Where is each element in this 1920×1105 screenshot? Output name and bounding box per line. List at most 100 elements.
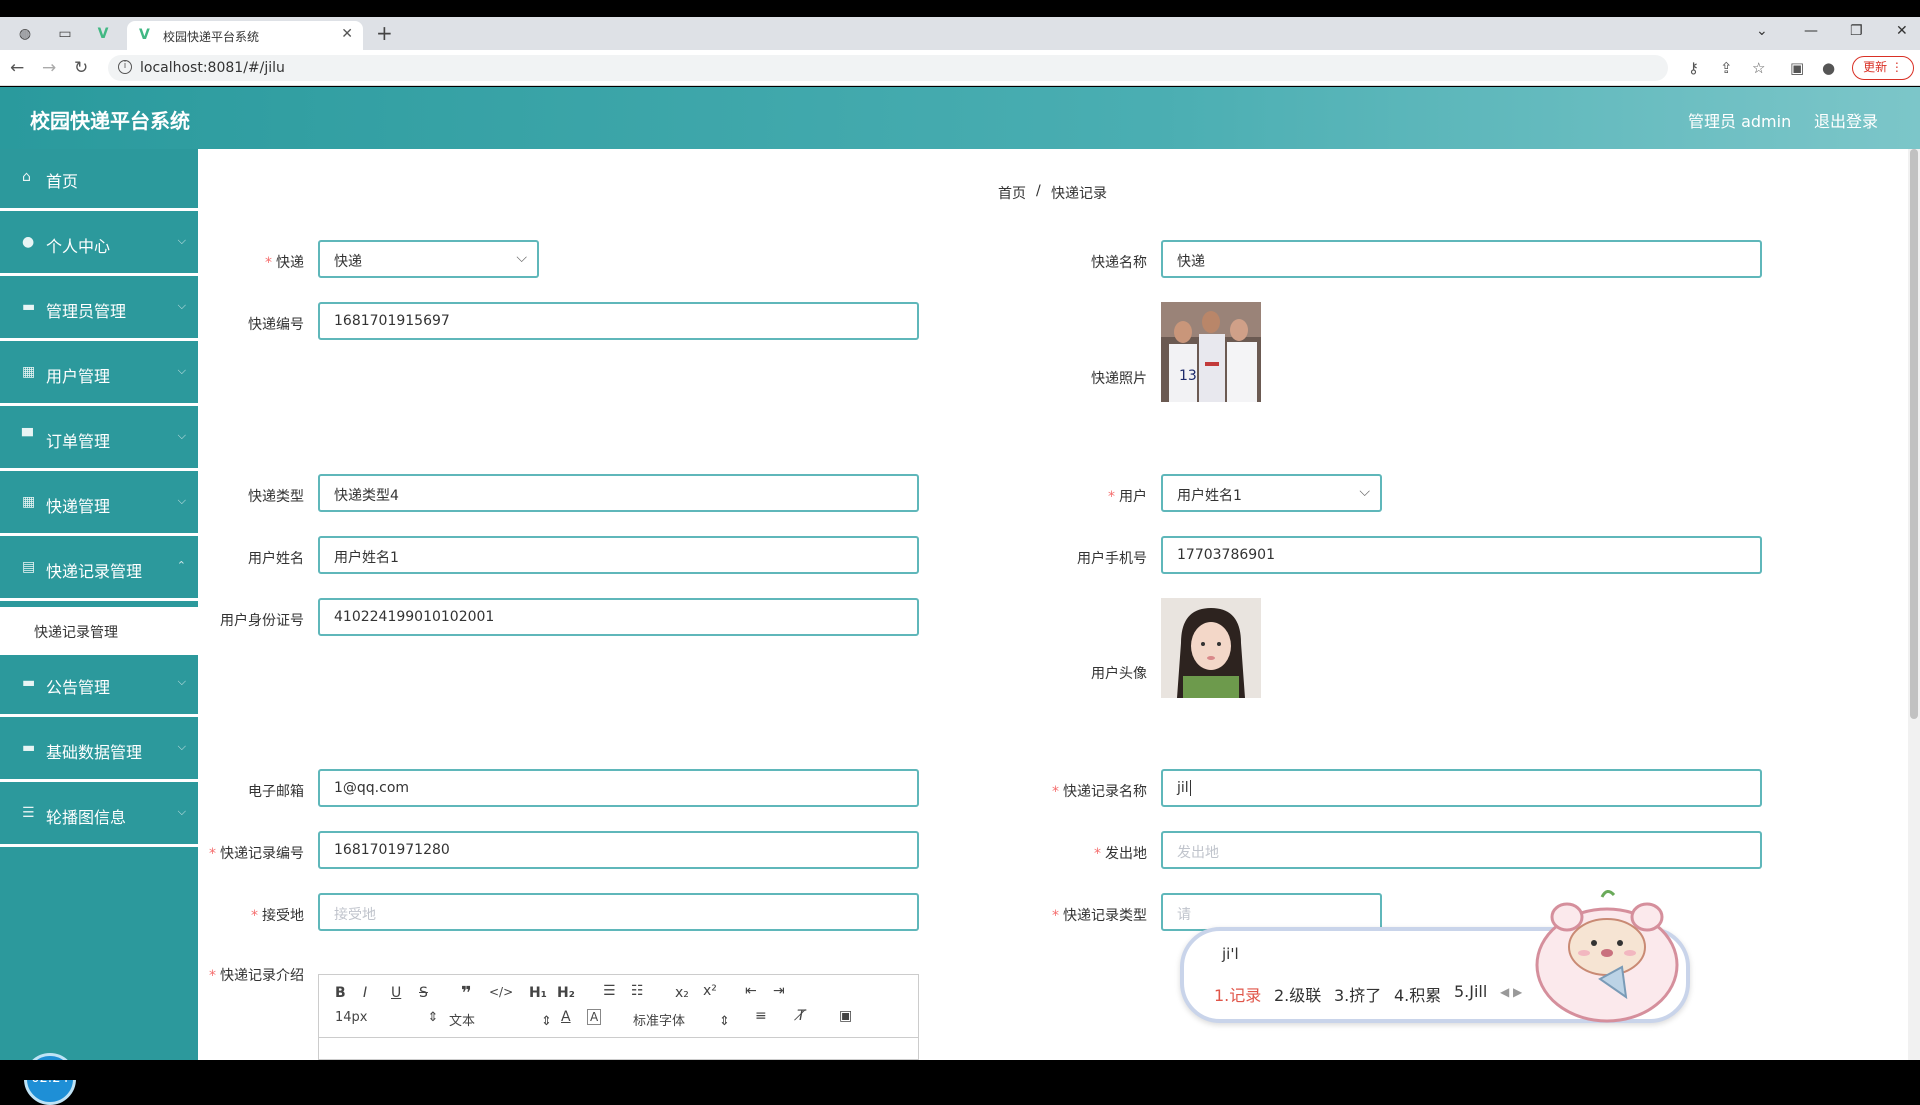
sidebar-item-admins[interactable]: ▬ 管理员管理 ⌵ (0, 279, 198, 341)
share-icon[interactable]: ⇪ (1720, 59, 1733, 77)
sidebar-item-carousel[interactable]: ☰ 轮播图信息 ⌵ (0, 785, 198, 847)
origin-field[interactable]: 发出地 (1161, 831, 1762, 869)
update-button[interactable]: 更新 ⋮ (1852, 56, 1914, 80)
sidebar-item-home[interactable]: ⌂ 首页 (0, 149, 198, 211)
reload-icon[interactable]: ↻ (74, 58, 88, 78)
info-icon[interactable]: i (118, 60, 132, 74)
font-family-select[interactable]: 标准字体 ⇕ (633, 1010, 730, 1029)
ime-candidate[interactable]: 4.积累 (1394, 982, 1441, 1006)
breadcrumb-home[interactable]: 首页 (998, 183, 1026, 203)
sidebar-item-express[interactable]: ▦ 快递管理 ⌵ (0, 474, 198, 536)
sidebar-item-orders[interactable]: ▀ 订单管理 ⌵ (0, 409, 198, 471)
sidebar-item-notices[interactable]: ▬ 公告管理 ⌵ (0, 655, 198, 717)
profile-icon[interactable]: ● (1822, 59, 1835, 77)
user-name-field[interactable]: 用户姓名1 (318, 536, 919, 574)
ime-page-arrows-icon[interactable]: ◀ ▶ (1500, 985, 1522, 999)
restore-button[interactable]: ❐ (1850, 23, 1863, 39)
chevron-down-icon: ⌵ (177, 234, 186, 247)
back-icon[interactable]: ← (10, 58, 24, 78)
block-select[interactable]: 文本 ⇕ (449, 1010, 552, 1029)
scrollbar[interactable] (1908, 149, 1920, 1060)
rich-text-editor[interactable]: B I U S ❞ </> H₁ H₂ ☰ ☷ x₂ x² ⇤ ⇥ 14px ⇕ … (318, 974, 919, 1060)
superscript-icon[interactable]: x² (703, 983, 717, 999)
label-user-avatar: 用户头像 (1091, 666, 1147, 682)
sidebar-item-base-data[interactable]: ▬ 基础数据管理 ⌵ (0, 720, 198, 782)
subscript-icon[interactable]: x₂ (675, 985, 689, 1001)
sidebar-item-label: 个人中心 (46, 237, 111, 256)
new-tab-button[interactable]: + (376, 23, 393, 43)
record-no-field[interactable]: 1681701971280 (318, 831, 919, 869)
globe-icon[interactable]: ◍ (12, 23, 38, 45)
label-text: 用户 (1119, 489, 1147, 505)
indent-icon[interactable]: ⇥ (773, 983, 785, 999)
minimize-button[interactable]: — (1804, 23, 1818, 39)
logout-link[interactable]: 退出登录 (1814, 108, 1878, 132)
italic-icon[interactable]: I (363, 985, 367, 1001)
chevron-down-icon: ⌵ (1359, 484, 1370, 500)
forward-icon[interactable]: → (42, 58, 56, 78)
kuaidi-type-field[interactable]: 快递类型4 (318, 474, 919, 512)
sidebar-item-profile[interactable]: ● 个人中心 ⌵ (0, 214, 198, 276)
sidepanel-icon[interactable]: ▣ (1790, 59, 1804, 77)
user-id-field[interactable]: 410224199010102001 (318, 598, 919, 636)
ordered-list-icon[interactable]: ☰ (603, 983, 616, 999)
user-avatar[interactable] (1161, 598, 1261, 698)
required-mark: * (1052, 908, 1059, 924)
url-field[interactable]: i localhost:8081/#/jilu (108, 55, 1668, 81)
screen: ◍ ▭ V V 校园快递平台系统 ✕ + ⌄ — ❐ ✕ ← → ↻ i loc… (0, 0, 1920, 1105)
bold-icon[interactable]: B (335, 985, 346, 1001)
background-color-icon[interactable]: A (587, 1009, 602, 1025)
scrollbar-thumb[interactable] (1910, 149, 1918, 719)
code-icon[interactable]: </> (489, 985, 513, 999)
kuaidi-no-field[interactable]: 1681701915697 (318, 302, 919, 340)
record-name-field[interactable]: jil (1161, 769, 1762, 807)
label-user-id: 用户身份证号 (220, 613, 304, 629)
ime-candidate[interactable]: 2.级联 (1274, 982, 1321, 1006)
browser-addressbar: ← → ↻ i localhost:8081/#/jilu ⚷ ⇪ ☆ ▣ ● … (0, 50, 1920, 86)
clear-format-icon[interactable]: T̸ (797, 1008, 806, 1024)
blank-tab-icon[interactable]: ▭ (52, 23, 78, 45)
chevron-down-icon[interactable]: ⌄ (1756, 23, 1768, 39)
sidebar: ⌂ 首页 ● 个人中心 ⌵ ▬ 管理员管理 ⌵ ▦ 用户管理 ⌵ ▀ 订单管理 (0, 149, 198, 1105)
user-select[interactable]: 用户姓名1 ⌵ (1161, 474, 1382, 512)
outdent-icon[interactable]: ⇤ (745, 983, 757, 999)
sidebar-subitem-label: 快递记录管理 (34, 625, 118, 641)
kuaidi-select[interactable]: 快递 ⌵ (318, 240, 539, 278)
image-icon[interactable]: ▣ (839, 1008, 852, 1024)
kuaidi-name-field[interactable]: 快递 (1161, 240, 1762, 278)
label-user-name: 用户姓名 (248, 551, 304, 567)
browser-tab-active[interactable]: V 校园快递平台系统 ✕ (127, 21, 363, 50)
font-size-select[interactable]: 14px ⇕ (335, 1010, 438, 1025)
chevron-down-icon: ⌵ (177, 675, 186, 688)
sliders-icon: ☰ (22, 805, 35, 821)
user-phone-field[interactable]: 17703786901 (1161, 536, 1762, 574)
sidebar-item-users[interactable]: ▦ 用户管理 ⌵ (0, 344, 198, 406)
sidebar-item-express-records[interactable]: ▤ 快递记录管理 ⌃ (0, 539, 198, 601)
ime-candidate[interactable]: 5.Jill (1454, 982, 1487, 1001)
vue-tab-icon[interactable]: V (90, 23, 116, 45)
key-icon[interactable]: ⚷ (1688, 59, 1699, 77)
window-close-button[interactable]: ✕ (1896, 23, 1908, 39)
star-icon[interactable]: ☆ (1752, 59, 1765, 77)
document-icon: ▤ (22, 559, 36, 575)
label-record-no: * 快递记录编号 (184, 843, 304, 863)
h2-icon[interactable]: H₂ (557, 985, 575, 1001)
required-mark: * (1052, 784, 1059, 800)
ime-candidate[interactable]: 3.挤了 (1334, 982, 1381, 1006)
strike-icon[interactable]: S (419, 985, 428, 1001)
sidebar-subitem-express-records[interactable]: 快递记录管理 (0, 607, 198, 655)
current-user: 管理员 admin (1688, 112, 1792, 131)
email-field[interactable]: 1@qq.com (318, 769, 919, 807)
underline-icon[interactable]: U (391, 985, 401, 1001)
close-icon[interactable]: ✕ (341, 26, 353, 42)
align-icon[interactable]: ≡ (755, 1008, 767, 1024)
bullet-list-icon[interactable]: ☷ (631, 983, 644, 999)
ime-candidate[interactable]: 1.记录 (1214, 982, 1261, 1006)
blockquote-icon[interactable]: ❞ (461, 983, 472, 1004)
label-text: 接受地 (262, 908, 304, 924)
dest-field[interactable]: 接受地 (318, 893, 919, 931)
font-color-icon[interactable]: A (561, 1009, 571, 1025)
kuaidi-photo[interactable]: 13 (1161, 302, 1261, 402)
record-type-select[interactable]: 请 (1161, 893, 1382, 931)
h1-icon[interactable]: H₁ (529, 985, 547, 1001)
